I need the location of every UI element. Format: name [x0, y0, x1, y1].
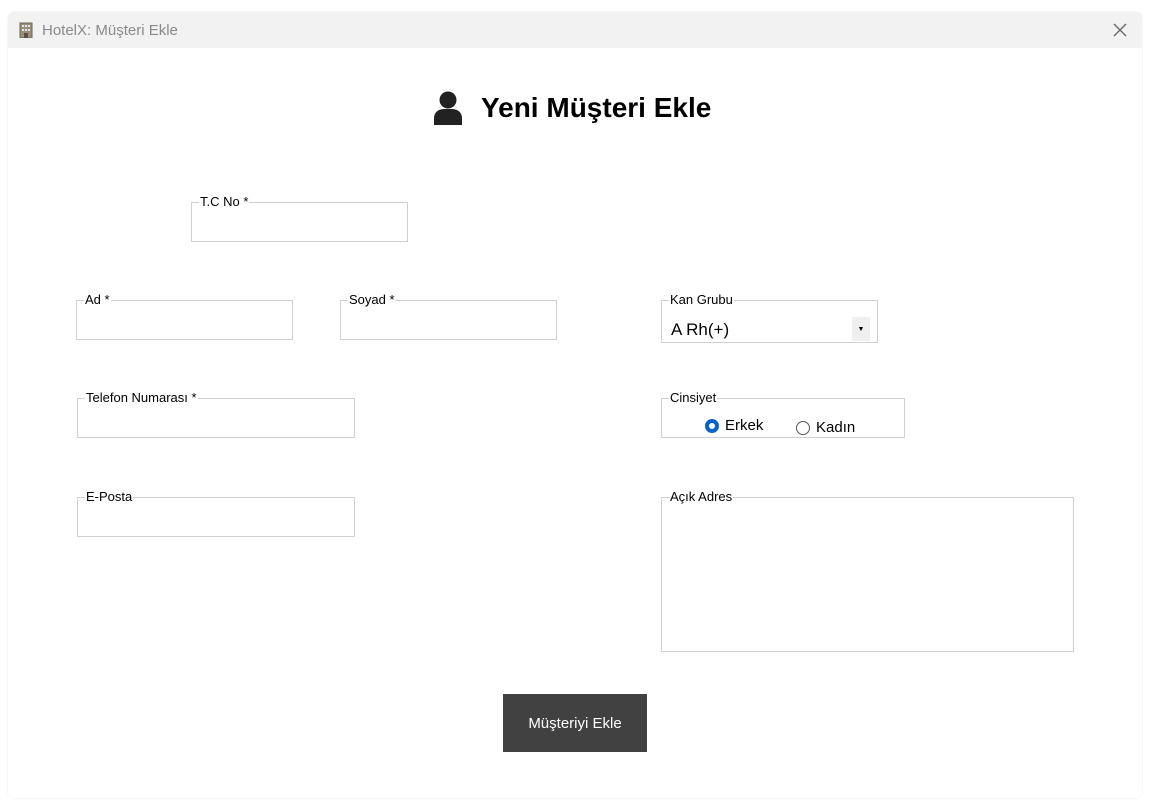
radio-kadin[interactable]: Kadın — [796, 419, 855, 436]
eposta-label: E-Posta — [86, 489, 133, 504]
radio-selected-icon[interactable] — [705, 418, 719, 433]
ad-field[interactable]: Ad * — [76, 293, 293, 340]
eposta-field[interactable]: E-Posta — [77, 490, 355, 537]
telefon-label: Telefon Numarası * — [86, 390, 197, 405]
soyad-label: Soyad * — [349, 292, 395, 307]
cinsiyet-label: Cinsiyet — [670, 390, 717, 405]
adres-field[interactable]: Açık Adres — [661, 490, 1074, 652]
app-window: HotelX: Müşteri Ekle Yeni Müşteri Ekle T… — [8, 12, 1142, 798]
soyad-field[interactable]: Soyad * — [340, 293, 557, 340]
kan-grubu-select[interactable]: A Rh(+) — [671, 320, 729, 340]
window-title: HotelX: Müşteri Ekle — [42, 22, 178, 39]
cinsiyet-field: Cinsiyet Erkek Kadın — [661, 391, 905, 438]
user-icon — [434, 91, 462, 125]
close-icon[interactable] — [1112, 22, 1128, 38]
radio-erkek[interactable]: Erkek — [705, 417, 763, 434]
radio-kadin-label: Kadın — [816, 419, 856, 436]
radio-erkek-label: Erkek — [725, 417, 764, 434]
dropdown-arrow-icon[interactable]: ▼ — [852, 317, 870, 341]
kan-grubu-label: Kan Grubu — [670, 292, 733, 307]
ad-label: Ad * — [85, 292, 110, 307]
tc-no-input[interactable] — [198, 215, 401, 235]
add-customer-button[interactable]: Müşteriyi Ekle — [503, 694, 647, 752]
soyad-input[interactable] — [347, 313, 550, 333]
adres-textarea[interactable] — [668, 518, 1067, 645]
kan-grubu-field[interactable]: Kan Grubu A Rh(+) ▼ — [661, 293, 878, 343]
title-bar: HotelX: Müşteri Ekle — [8, 12, 1142, 48]
adres-label: Açık Adres — [670, 489, 733, 504]
tc-no-field[interactable]: T.C No * — [191, 195, 408, 242]
telefon-field[interactable]: Telefon Numarası * — [77, 391, 355, 438]
telefon-input[interactable] — [84, 411, 348, 431]
page-heading: Yeni Müşteri Ekle — [433, 88, 711, 128]
hotel-building-icon — [19, 22, 33, 38]
eposta-input[interactable] — [84, 510, 348, 530]
page-title: Yeni Müşteri Ekle — [481, 92, 712, 123]
radio-unselected-icon[interactable] — [796, 420, 810, 435]
ad-input[interactable] — [83, 313, 286, 333]
tc-no-label: T.C No * — [200, 194, 249, 209]
